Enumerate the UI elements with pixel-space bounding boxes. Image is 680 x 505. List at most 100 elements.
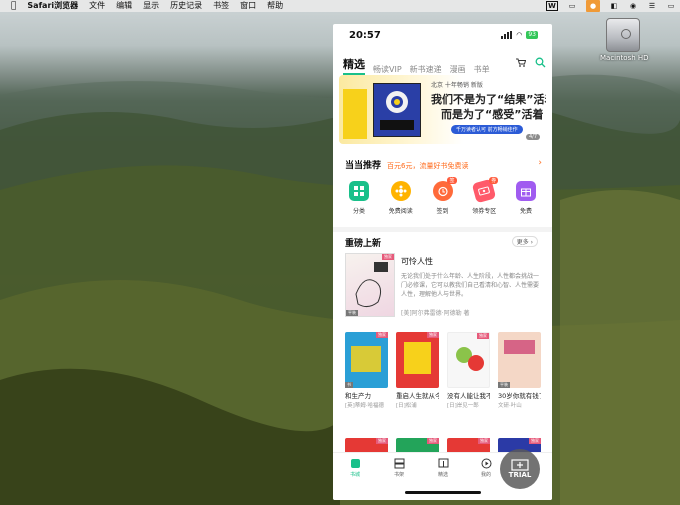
- w-app-icon[interactable]: W: [546, 1, 558, 11]
- checkin-badge: 签: [447, 177, 457, 184]
- book-item[interactable]: 独家 书 和生产力 [英]蒂姆·哈福德: [345, 332, 388, 409]
- battery-level: 93: [526, 31, 538, 39]
- book-title: 重启人生就从今日开始: [396, 392, 439, 400]
- book-cover: 独家: [396, 332, 439, 388]
- menu-app-name[interactable]: Safari浏览器: [27, 0, 78, 12]
- banner-book-cover: [373, 83, 421, 137]
- trial-icon: [511, 459, 529, 471]
- category-free[interactable]: 免费: [506, 181, 546, 215]
- home-indicator[interactable]: [405, 491, 481, 494]
- book-cover: 独家 书: [345, 332, 388, 388]
- section-divider: [333, 227, 552, 232]
- menu-bar:  Safari浏览器 文件 编辑 显示 历史记录 书签 窗口 帮助 W ▭ ●…: [0, 0, 680, 12]
- menu-help[interactable]: 帮助: [267, 0, 283, 12]
- banner-book-spine: [343, 89, 367, 139]
- book-corner-tag: 独家: [477, 333, 489, 339]
- phone-app-window: 20:57 ◠ 93 精选 畅读VIP 新书速递 漫画 书单 北京 十年畅销 新…: [333, 24, 552, 500]
- top-tabs: 精选 畅读VIP 新书速递 漫画 书单: [343, 56, 490, 75]
- category-label: 免费阅读: [388, 208, 413, 215]
- promo-banner[interactable]: 北京 十年畅销 新版 我们不是为了“结果”活着 而是为了“感受”活着 千万读者认…: [339, 75, 546, 144]
- tab-booklist[interactable]: 书单: [474, 64, 490, 75]
- featured-book-cover[interactable]: 独家 平装: [345, 253, 395, 317]
- alarm-icon: [432, 181, 453, 201]
- book-item[interactable]: 独家 重启人生就从今日开始 [日]松浦: [396, 332, 439, 409]
- menu-bookmarks[interactable]: 书签: [213, 0, 229, 12]
- menu-history[interactable]: 历史记录: [170, 0, 202, 12]
- recommend-title: 当当推荐: [345, 161, 382, 171]
- tab-featured[interactable]: 精选: [343, 56, 365, 75]
- book-corner-tag: 独家: [427, 438, 439, 444]
- category-label: 签到: [436, 208, 449, 215]
- menu-view[interactable]: 显示: [143, 0, 159, 12]
- category-checkin[interactable]: 签 签到: [423, 177, 463, 215]
- book-author: [英]蒂姆·哈福德: [345, 403, 385, 409]
- wifi-icon: ◠: [516, 31, 523, 39]
- book-author: [日]松浦: [396, 403, 417, 409]
- desktop-disk[interactable]: Macintosh HD: [600, 18, 649, 62]
- display-icon[interactable]: ▭: [567, 2, 577, 10]
- book-title: 和生产力: [345, 392, 371, 400]
- profile-icon: [480, 457, 492, 469]
- category-coupons[interactable]: 券 领券专区: [464, 177, 504, 215]
- recommend-subtitle: 百元6元，流量好书免费读: [387, 162, 469, 170]
- book-grid: 独家 书 和生产力 [英]蒂姆·哈福德 独家 重启人生就从今日开始 [日]松浦 …: [345, 332, 541, 409]
- book-format-tag: 书: [345, 382, 353, 388]
- microphone-icon[interactable]: ●: [586, 0, 600, 12]
- book-cover: 平装: [498, 332, 541, 388]
- nav-label: 精选: [437, 472, 448, 478]
- featured-book-description: 无论我们处于什么年龄、人生阶段，人性都会挑战一门必修课，它可以教我们自己看清和心…: [401, 273, 540, 298]
- book-item[interactable]: 独家 没有人能让我不快乐 [日]岸见一郎: [447, 332, 490, 409]
- tab-vip[interactable]: 畅读VIP: [373, 64, 402, 75]
- featured-book-author: [美]阿尔弗雷德·阿德勒 著: [401, 310, 470, 317]
- menu-file[interactable]: 文件: [89, 0, 105, 12]
- coupon-badge: 券: [489, 177, 499, 184]
- book-icon: [437, 457, 449, 469]
- book-cover-partial[interactable]: 独家: [447, 438, 490, 452]
- disk-label: Macintosh HD: [600, 54, 649, 62]
- category-classify[interactable]: 分类: [339, 181, 379, 215]
- book-title: 没有人能让我不快乐: [447, 392, 490, 400]
- book-format-tag: 平装: [498, 382, 510, 388]
- book-corner-tag: 独家: [376, 438, 388, 444]
- menu-edit[interactable]: 编辑: [116, 0, 132, 12]
- cell-signal-icon: [501, 31, 513, 39]
- nav-label: 我的: [480, 472, 491, 478]
- banner-pill: 千万读者认可 前方畅销佳作: [451, 125, 523, 134]
- recommend-arrow-icon[interactable]: ›: [538, 158, 542, 168]
- battery-icon[interactable]: ▭: [666, 2, 676, 10]
- book-cover-partial[interactable]: 独家: [396, 438, 439, 452]
- control-center-icon[interactable]: ◧: [609, 2, 619, 10]
- recommend-header[interactable]: 当当推荐 百元6元，流量好书免费读: [345, 158, 468, 171]
- flower-icon: [390, 181, 411, 201]
- banner-headline-1: 我们不是为了“结果”活着: [431, 93, 546, 106]
- airplay-icon[interactable]: ◉: [628, 2, 638, 10]
- nav-label: 书架: [393, 472, 404, 478]
- nav-featured[interactable]: 精选: [423, 457, 463, 478]
- cart-icon[interactable]: [515, 57, 526, 68]
- category-free-read[interactable]: 免费阅读: [381, 181, 421, 215]
- menu-window[interactable]: 窗口: [240, 0, 256, 12]
- menu-extra-icon[interactable]: ☰: [647, 2, 657, 10]
- book-author: [日]岸见一郎: [447, 403, 479, 409]
- apple-icon[interactable]: : [11, 1, 16, 11]
- tab-comics[interactable]: 漫画: [450, 64, 466, 75]
- category-label: 分类: [352, 208, 365, 215]
- book-corner-tag: 独家: [529, 438, 541, 444]
- tab-new-books[interactable]: 新书速递: [410, 64, 442, 75]
- hard-drive-icon: [606, 18, 640, 52]
- new-releases-title: 重磅上新: [345, 239, 382, 249]
- nav-label: 书城: [349, 472, 360, 478]
- featured-book-title[interactable]: 可怜人性: [401, 256, 433, 267]
- banner-page-indicator: 4/7: [525, 134, 540, 140]
- book-author: 文研·叶山: [498, 403, 522, 409]
- search-icon[interactable]: [535, 57, 546, 68]
- book-item[interactable]: 平装 30岁你就有钱了 文研·叶山: [498, 332, 541, 409]
- phone-status-bar: 20:57 ◠ 93: [333, 24, 552, 46]
- banner-headline-2: 而是为了“感受”活着: [441, 108, 544, 121]
- category-row: 分类 免费阅读 签 签到 券 领券专区 免费: [339, 177, 546, 215]
- book-cover: 独家: [447, 332, 490, 388]
- book-cover-partial[interactable]: 独家: [345, 438, 388, 452]
- more-button[interactable]: 更多 ›: [511, 236, 538, 247]
- nav-bookstore[interactable]: 书城: [335, 457, 375, 478]
- nav-bookshelf[interactable]: 书架: [379, 457, 419, 478]
